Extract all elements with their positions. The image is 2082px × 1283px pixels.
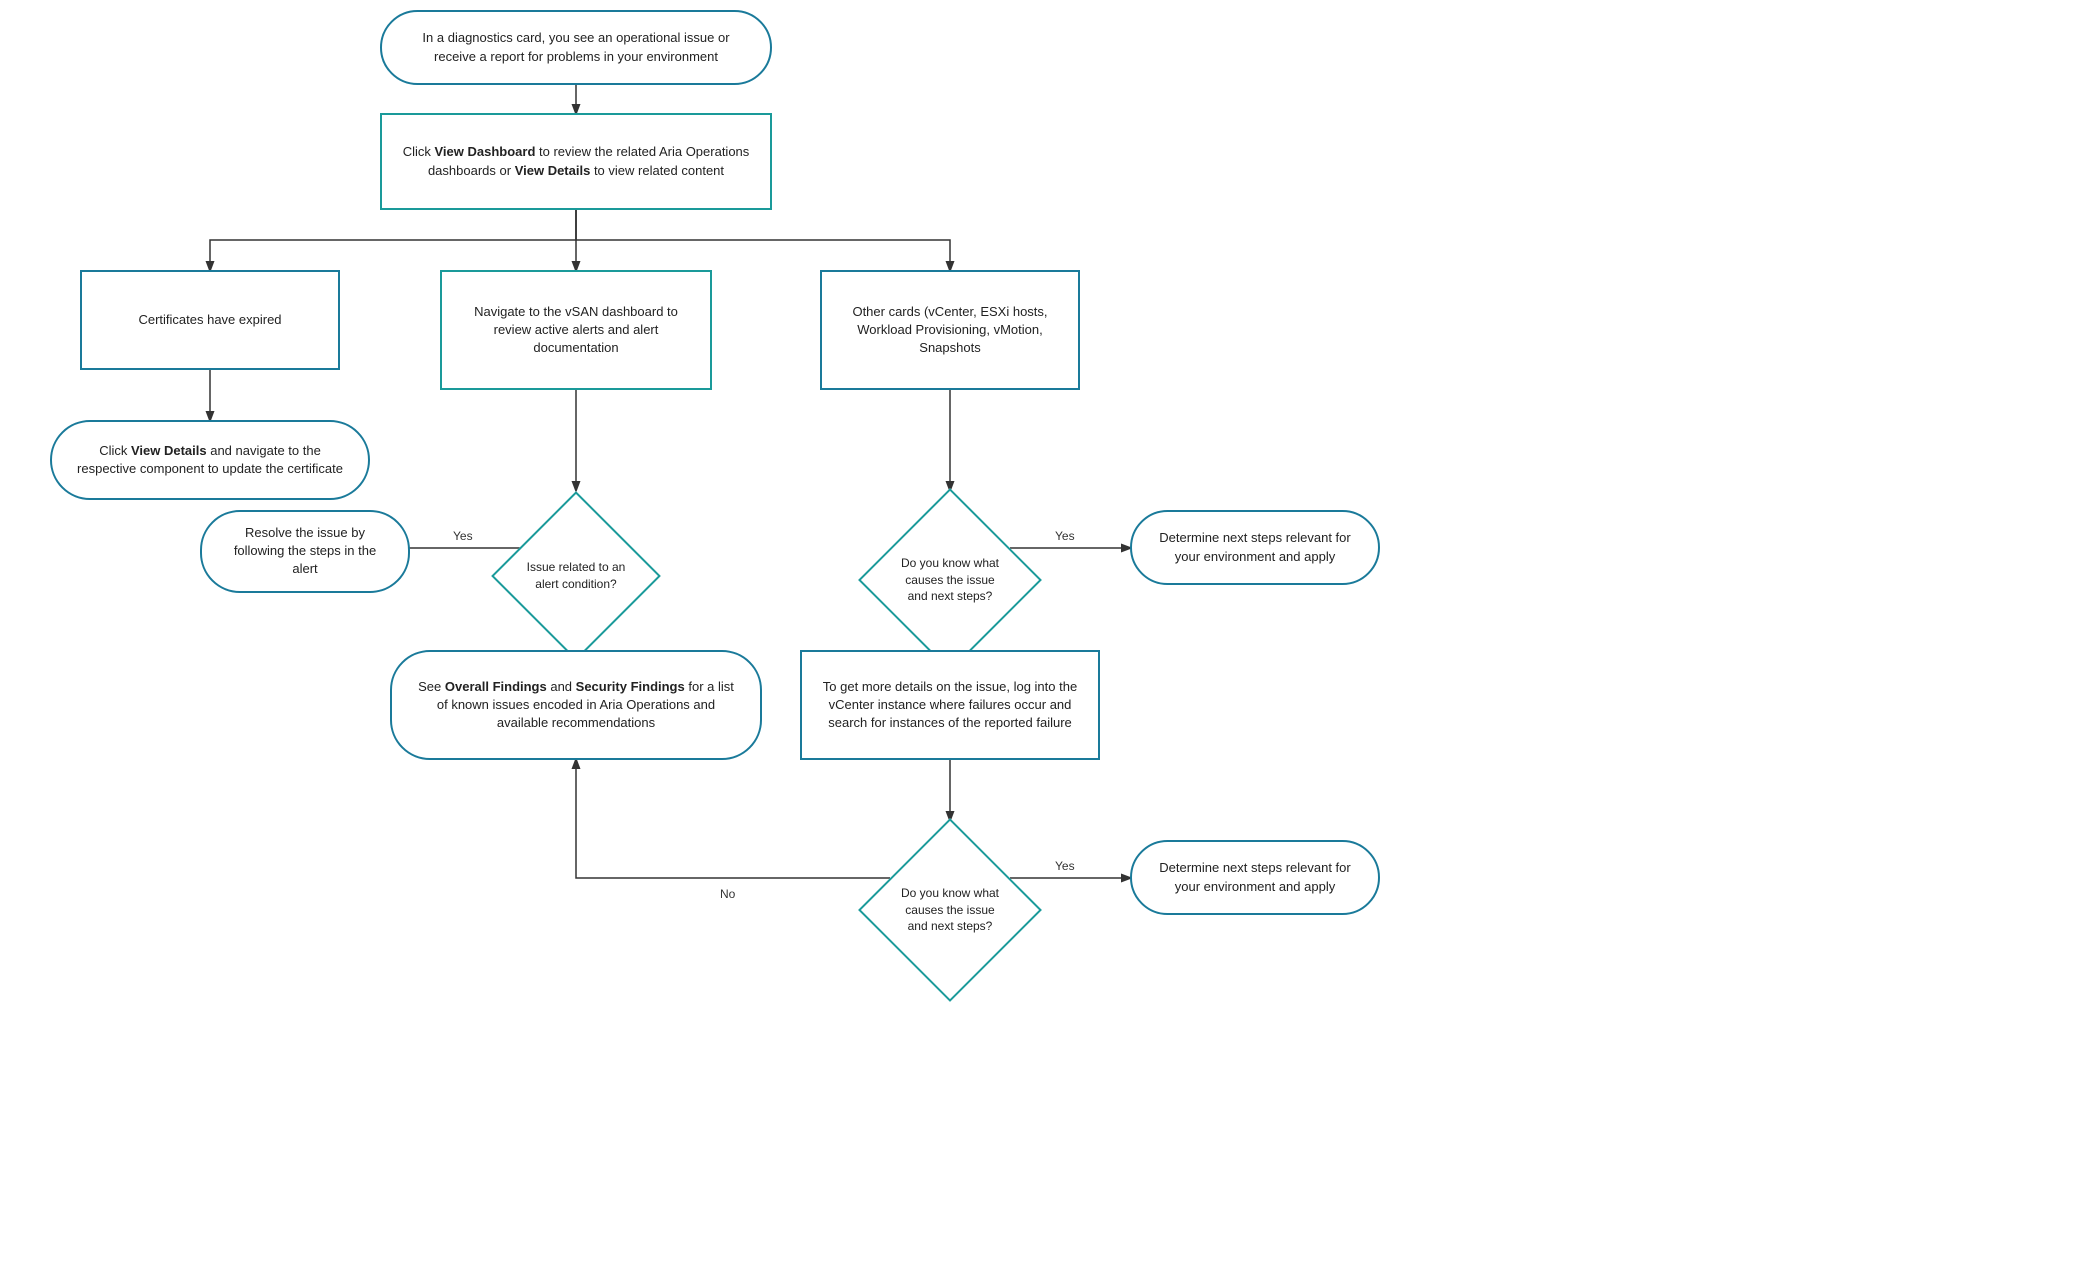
start-text: In a diagnostics card, you see an operat… <box>402 29 750 65</box>
determine2-node: Determine next steps relevant for your e… <box>1130 840 1380 915</box>
dashboard-bold2: View Details <box>515 163 591 178</box>
dashboard-text: Click View Dashboard to review the relat… <box>398 143 754 179</box>
cert-action-node: Click View Details and navigate to the r… <box>50 420 370 500</box>
know-cause1-text: Do you know what causes the issue and ne… <box>890 550 1010 610</box>
resolve-node: Resolve the issue by following the steps… <box>200 510 410 593</box>
know-cause2-wrapper: Do you know what causes the issue and ne… <box>860 820 1040 1000</box>
svg-text:Yes: Yes <box>1055 529 1075 543</box>
determine2-text: Determine next steps relevant for your e… <box>1152 859 1358 895</box>
know-cause1-wrapper: Do you know what causes the issue and ne… <box>860 490 1040 670</box>
cert-action-bold: View Details <box>131 443 207 458</box>
svg-text:Yes: Yes <box>1055 859 1075 873</box>
overall-findings-text: See Overall Findings and Security Findin… <box>412 678 740 733</box>
overall-bold1: Overall Findings <box>445 679 547 694</box>
cert-expired-text: Certificates have expired <box>138 311 281 329</box>
flowchart: Yes No Yes No Yes No In a diagnostics ca… <box>0 0 2082 1283</box>
vcenter-details-node: To get more details on the issue, log in… <box>800 650 1100 760</box>
svg-text:No: No <box>720 887 736 901</box>
dashboard-node: Click View Dashboard to review the relat… <box>380 113 772 210</box>
determine1-text: Determine next steps relevant for your e… <box>1152 529 1358 565</box>
alert-diamond-wrapper: Issue related to an alert condition? <box>490 490 662 662</box>
arrows-svg: Yes No Yes No Yes No <box>0 0 2082 1283</box>
alert-diamond-text: Issue related to an alert condition? <box>511 554 641 598</box>
cert-action-text: Click View Details and navigate to the r… <box>72 442 348 478</box>
determine1-node: Determine next steps relevant for your e… <box>1130 510 1380 585</box>
svg-text:Yes: Yes <box>453 529 473 543</box>
overall-bold2: Security Findings <box>576 679 685 694</box>
vcenter-details-text: To get more details on the issue, log in… <box>818 678 1082 733</box>
overall-findings-node: See Overall Findings and Security Findin… <box>390 650 762 760</box>
cert-expired-node: Certificates have expired <box>80 270 340 370</box>
other-cards-node: Other cards (vCenter, ESXi hosts, Worklo… <box>820 270 1080 390</box>
vsan-node: Navigate to the vSAN dashboard to review… <box>440 270 712 390</box>
vsan-text: Navigate to the vSAN dashboard to review… <box>458 303 694 358</box>
other-cards-text: Other cards (vCenter, ESXi hosts, Worklo… <box>838 303 1062 358</box>
know-cause2-text: Do you know what causes the issue and ne… <box>890 880 1010 940</box>
dashboard-bold1: View Dashboard <box>434 144 535 159</box>
resolve-text: Resolve the issue by following the steps… <box>222 524 388 579</box>
start-node: In a diagnostics card, you see an operat… <box>380 10 772 85</box>
